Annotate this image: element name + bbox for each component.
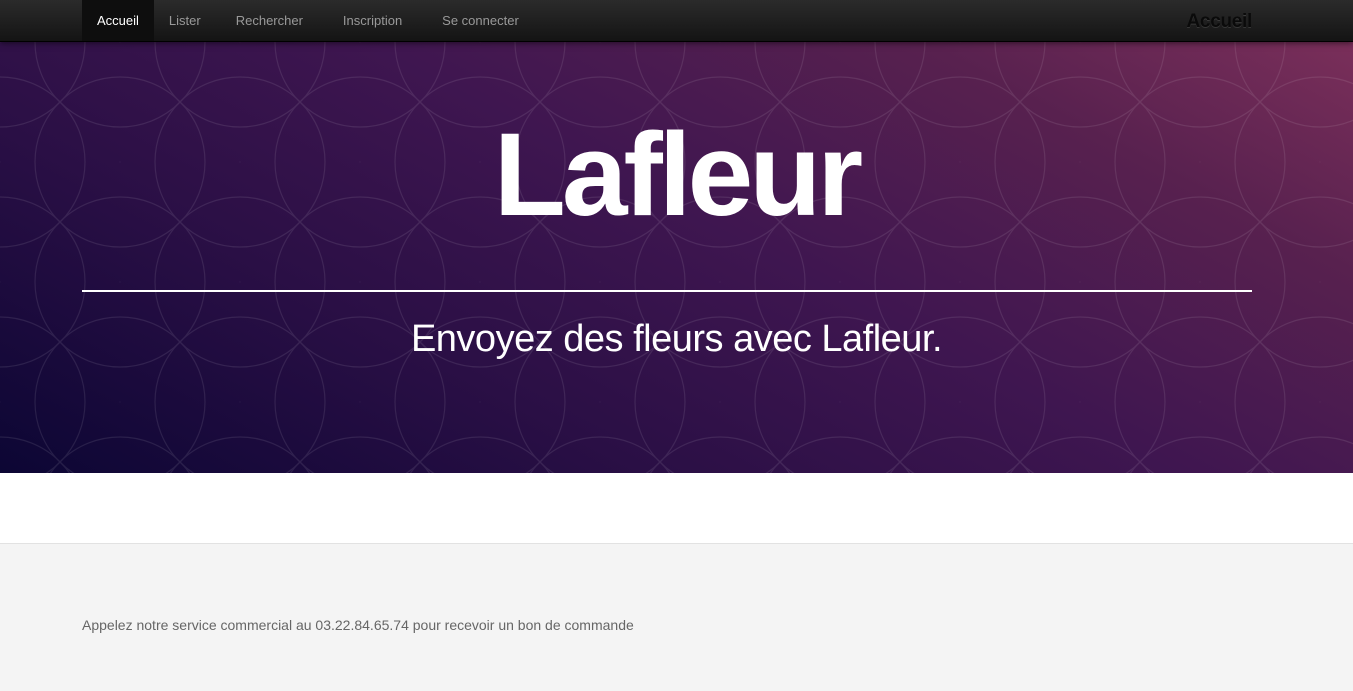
hero-subtitle: Envoyez des fleurs avec Lafleur. <box>410 318 943 360</box>
hero-title: Lafleur <box>493 109 863 241</box>
page-footer: Appelez notre service commercial au 03.2… <box>0 543 1353 691</box>
nav-item-se-connecter[interactable]: Se connecter <box>422 0 539 41</box>
navbar-brand[interactable]: Accueil <box>1187 11 1253 33</box>
main-nav: Accueil Lister Rechercher Inscription Se… <box>82 0 539 41</box>
hero-divider <box>82 290 1252 292</box>
nav-item-rechercher[interactable]: Rechercher <box>216 0 323 41</box>
nav-item-inscription[interactable]: Inscription <box>323 0 422 41</box>
hero-background-pattern <box>0 42 1353 473</box>
hero-banner: Lafleur Envoyez des fleurs avec Lafleur. <box>0 42 1353 473</box>
nav-item-lister[interactable]: Lister <box>154 0 216 41</box>
top-navbar: Accueil Lister Rechercher Inscription Se… <box>0 0 1353 42</box>
nav-item-accueil[interactable]: Accueil <box>82 0 154 41</box>
footer-contact-text: Appelez notre service commercial au 03.2… <box>82 617 634 633</box>
